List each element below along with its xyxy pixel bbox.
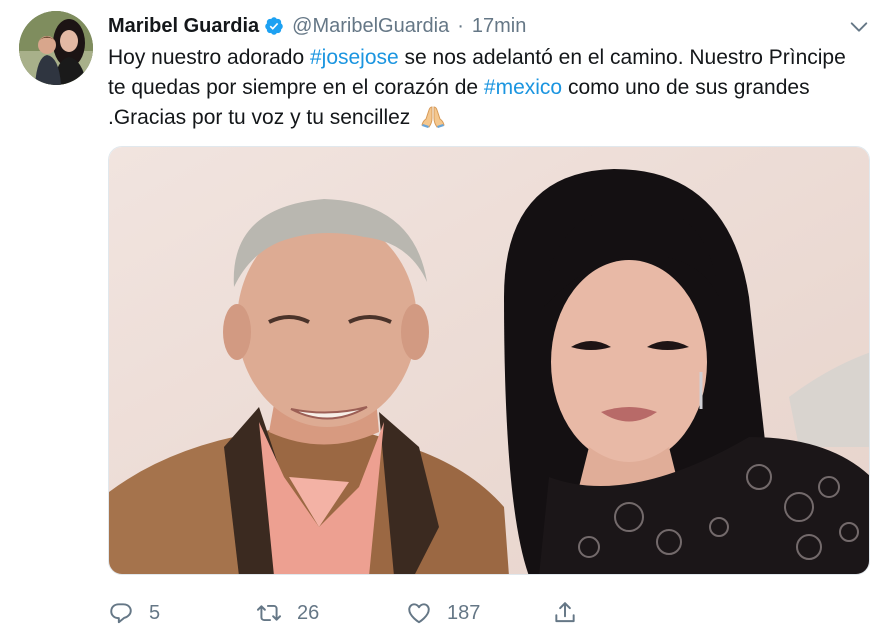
share-icon bbox=[555, 602, 575, 623]
chevron-down-icon[interactable] bbox=[848, 16, 870, 38]
heart-icon bbox=[408, 603, 430, 624]
tweet-text-part: Hoy nuestro adorado bbox=[108, 46, 310, 69]
timestamp[interactable]: 17min bbox=[472, 15, 526, 38]
tweet-photo[interactable] bbox=[108, 146, 870, 575]
tweet-text: Hoy nuestro adorado #josejose se nos ade… bbox=[108, 43, 868, 133]
avatar[interactable] bbox=[19, 11, 93, 85]
like-button[interactable]: 187 bbox=[406, 596, 480, 630]
retweet-icon bbox=[256, 604, 282, 622]
tweet-header: Maribel Guardia @MaribelGuardia · 17min bbox=[108, 12, 526, 40]
folded-hands-emoji bbox=[420, 104, 446, 128]
separator-dot: · bbox=[457, 14, 464, 37]
user-handle[interactable]: @MaribelGuardia bbox=[292, 15, 449, 38]
tweet-actions: 5 26 187 bbox=[108, 596, 588, 630]
hashtag-link[interactable]: #josejose bbox=[310, 46, 399, 69]
retweet-count: 26 bbox=[297, 601, 320, 624]
photo-illustration bbox=[109, 147, 869, 574]
avatar-image bbox=[19, 11, 93, 85]
share-button[interactable] bbox=[552, 596, 593, 630]
reply-button[interactable]: 5 bbox=[108, 596, 160, 630]
verified-badge-icon bbox=[264, 16, 284, 36]
reply-icon bbox=[110, 603, 132, 624]
hashtag-link[interactable]: #mexico bbox=[484, 76, 562, 99]
like-count: 187 bbox=[447, 601, 481, 624]
reply-count: 5 bbox=[149, 601, 161, 624]
display-name[interactable]: Maribel Guardia bbox=[108, 15, 259, 38]
retweet-button[interactable]: 26 bbox=[256, 596, 319, 630]
